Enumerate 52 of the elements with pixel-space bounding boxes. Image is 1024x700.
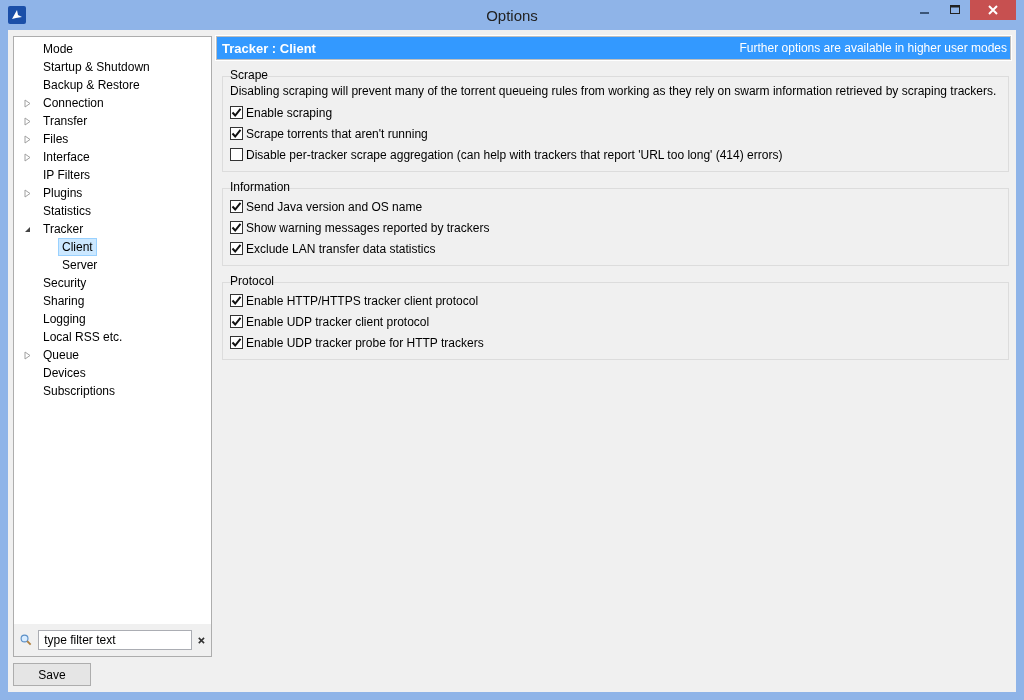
tree-item[interactable]: Logging bbox=[39, 310, 90, 328]
checkbox-label[interactable]: Exclude LAN transfer data statistics bbox=[246, 241, 436, 256]
checkbox-label[interactable]: Send Java version and OS name bbox=[246, 199, 423, 214]
checkbox[interactable] bbox=[230, 221, 243, 234]
tree-item[interactable]: Devices bbox=[39, 364, 90, 382]
checkbox[interactable] bbox=[230, 200, 243, 213]
checkbox-label[interactable]: Enable scraping bbox=[246, 105, 333, 120]
tree-item[interactable]: Client bbox=[58, 238, 97, 256]
tree-item[interactable]: Startup & Shutdown bbox=[39, 58, 154, 76]
description-text: Disabling scraping will prevent many of the torrent queueing rules from working as they rely on swarm information retrieved by scraping trackers. bbox=[230, 84, 998, 100]
section-title: Protocol bbox=[229, 274, 276, 288]
tree-item[interactable]: Queue bbox=[39, 346, 84, 364]
window-title: Options bbox=[486, 6, 538, 24]
section-title: Information bbox=[229, 180, 292, 194]
checkbox-label[interactable]: Enable UDP tracker client protocol bbox=[246, 314, 430, 329]
tree-item[interactable]: Subscriptions bbox=[39, 382, 120, 400]
tree-item[interactable]: Sharing bbox=[39, 292, 89, 310]
checkbox-label[interactable]: Show warning messages reported by trackers bbox=[246, 220, 490, 235]
checkbox[interactable] bbox=[230, 127, 243, 140]
clear-icon[interactable] bbox=[198, 635, 205, 645]
save-button[interactable]: Save bbox=[13, 663, 91, 686]
tree-item[interactable]: Security bbox=[39, 274, 91, 292]
checkbox-label[interactable]: Scrape torrents that aren't running bbox=[246, 126, 428, 141]
checkbox-label[interactable]: Enable UDP tracker probe for HTTP trackers bbox=[246, 335, 484, 350]
tree-item[interactable]: Server bbox=[58, 256, 102, 274]
section-title: Scrape bbox=[229, 68, 270, 82]
collapse-arrow-icon[interactable] bbox=[24, 225, 31, 233]
tree-item[interactable]: IP Filters bbox=[39, 166, 95, 184]
tree-item[interactable]: Mode bbox=[39, 40, 78, 58]
checkbox[interactable] bbox=[230, 106, 243, 119]
tree-item[interactable]: Tracker bbox=[39, 220, 88, 238]
tree-item[interactable]: Backup & Restore bbox=[39, 76, 144, 94]
tree-item[interactable]: Plugins bbox=[39, 184, 87, 202]
tree-item[interactable]: Statistics bbox=[39, 202, 95, 220]
checkbox[interactable] bbox=[230, 242, 243, 255]
close-icon[interactable] bbox=[970, 0, 1016, 20]
app-logo-icon bbox=[8, 6, 26, 24]
search-icon bbox=[20, 632, 33, 648]
filter-field[interactable]: type filter text bbox=[38, 630, 193, 650]
checkbox[interactable] bbox=[230, 336, 243, 349]
tree-item[interactable]: Local RSS etc. bbox=[39, 328, 127, 346]
tree-item[interactable]: Transfer bbox=[39, 112, 92, 130]
header-note: Further options are available in higher user modes bbox=[739, 41, 1007, 55]
tree-item[interactable]: Files bbox=[39, 130, 73, 148]
checkbox[interactable] bbox=[230, 294, 243, 307]
checkbox-label[interactable]: Disable per-tracker scrape aggregation (can help with trackers that report 'URL too long' (414) errors) bbox=[246, 147, 783, 162]
tree-item[interactable]: Connection bbox=[39, 94, 108, 112]
checkbox[interactable] bbox=[230, 315, 243, 328]
checkbox[interactable] bbox=[230, 148, 243, 161]
checkbox-label[interactable]: Enable HTTP/HTTPS tracker client protocol bbox=[246, 293, 479, 308]
page-title: Tracker : Client bbox=[222, 40, 316, 56]
tree-item[interactable]: Interface bbox=[39, 148, 94, 166]
